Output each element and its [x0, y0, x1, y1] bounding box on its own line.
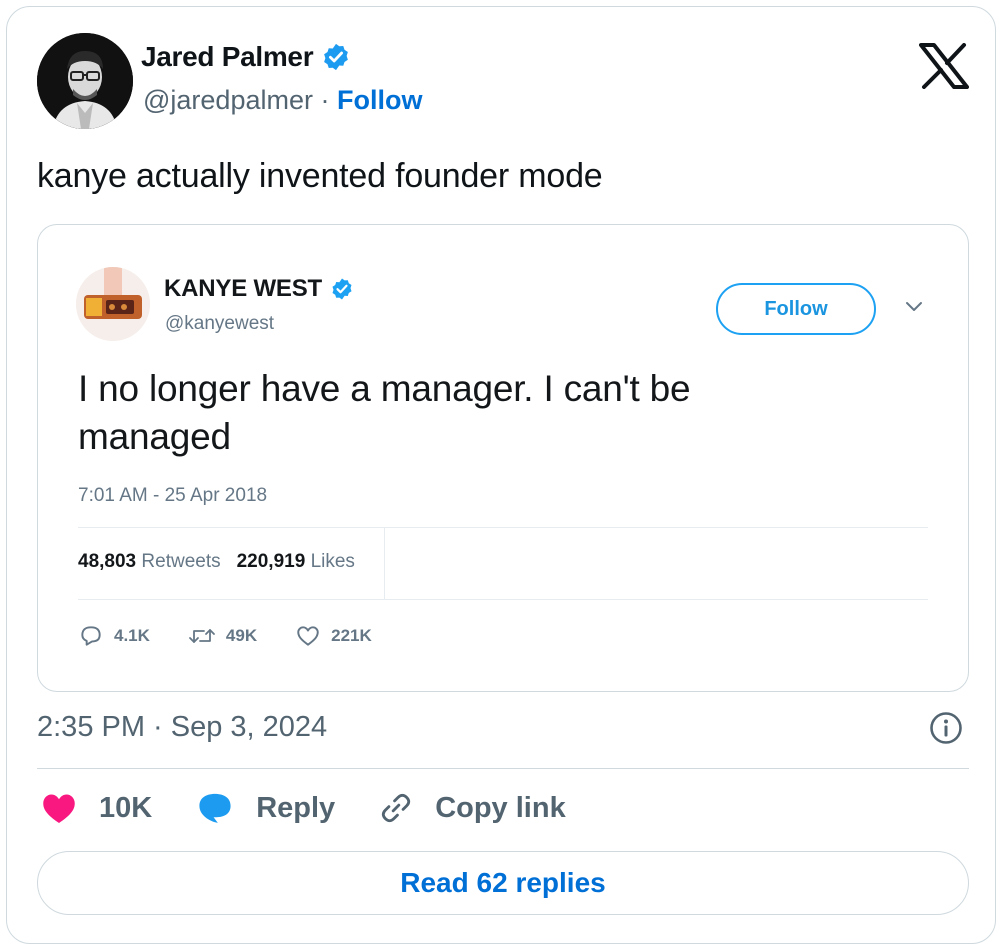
link-icon [382, 793, 411, 823]
quoted-name-text[interactable]: KANYE WEST [164, 275, 322, 303]
chevron-down-icon[interactable] [904, 299, 924, 315]
author-avatar[interactable] [37, 33, 133, 129]
divider [78, 599, 928, 600]
info-icon[interactable] [929, 711, 963, 745]
heart-outline-icon [297, 626, 319, 646]
quoted-reply-action[interactable]: 4.1K [78, 623, 150, 649]
read-replies-button[interactable]: Read 62 replies [37, 851, 969, 915]
reply-bubble-icon [199, 793, 231, 823]
quoted-likes-count: 221K [331, 626, 372, 645]
reply-button[interactable]: Reply [196, 791, 335, 825]
quoted-actions: 4.1K 49K 221K [78, 623, 410, 649]
like-button[interactable]: 10K [41, 791, 152, 825]
tweet-text: kanye actually invented founder mode [37, 157, 603, 195]
quoted-follow-button[interactable]: Follow [716, 283, 876, 335]
quoted-avatar[interactable] [76, 267, 150, 341]
author-subline: @jaredpalmer · Follow [143, 85, 423, 116]
tweet-actions: 10K Reply Copy link [41, 791, 610, 825]
tweet-card: Jared Palmer @jaredpalmer · Follow kanye… [6, 6, 996, 944]
likes-count: 220,919 [236, 551, 306, 572]
likes-label: Likes [310, 551, 355, 572]
author-name-text[interactable]: Jared Palmer [141, 41, 314, 73]
author-handle[interactable]: @jaredpalmer [143, 85, 313, 115]
quoted-verified-badge-icon [332, 278, 352, 300]
separator-dot: · [320, 85, 330, 115]
follow-link[interactable]: Follow [337, 85, 422, 115]
retweets-stat[interactable]: 48,803 Retweets [78, 551, 221, 573]
verified-badge-icon [324, 43, 349, 71]
quoted-stats: 48,803 Retweets 220,919 Likes [78, 551, 355, 573]
quoted-retweet-action[interactable]: 49K [188, 623, 257, 649]
quoted-text: I no longer have a manager. I can't be m… [78, 368, 691, 457]
divider [37, 768, 969, 769]
tweet-timestamp[interactable]: 2:35 PM · Sep 3, 2024 [37, 711, 327, 744]
likes-count: 10K [99, 791, 153, 824]
reply-icon [81, 626, 101, 646]
x-logo-icon[interactable] [919, 43, 969, 89]
heart-icon [43, 794, 75, 823]
retweet-icon [189, 629, 215, 643]
stats-separator [384, 527, 385, 599]
copy-link-label: Copy link [435, 791, 566, 824]
copy-link-button[interactable]: Copy link [379, 791, 566, 825]
quoted-time[interactable]: 7:01 AM - 25 Apr 2018 [78, 485, 267, 507]
likes-stat[interactable]: 220,919 Likes [237, 551, 355, 573]
retweets-count: 48,803 [78, 551, 137, 572]
author-name[interactable]: Jared Palmer [141, 41, 351, 73]
divider [78, 527, 928, 528]
quoted-replies-count: 4.1K [114, 626, 150, 645]
retweets-label: Retweets [141, 551, 221, 572]
quoted-like-action[interactable]: 221K [295, 623, 372, 649]
reply-label: Reply [256, 791, 336, 824]
quoted-handle[interactable]: @kanyewest [165, 313, 274, 335]
quoted-retweets-count: 49K [225, 626, 258, 645]
quoted-name[interactable]: KANYE WEST [164, 275, 354, 303]
quoted-tweet[interactable]: KANYE WEST @kanyewest Follow I no longer… [37, 224, 969, 692]
